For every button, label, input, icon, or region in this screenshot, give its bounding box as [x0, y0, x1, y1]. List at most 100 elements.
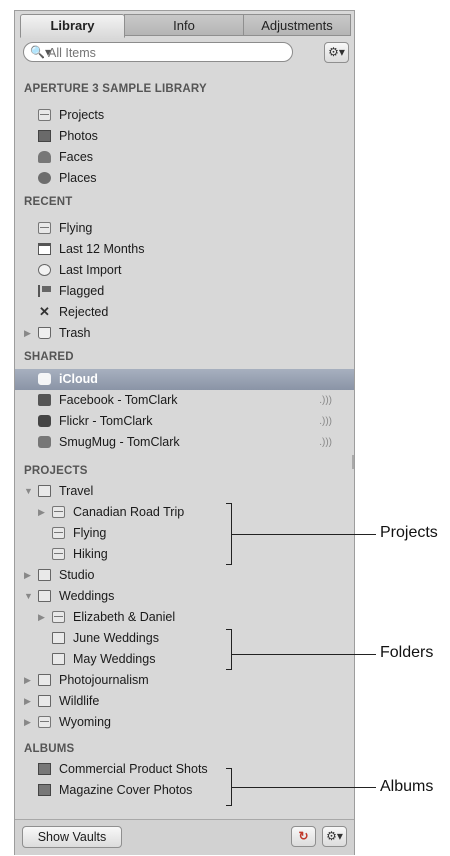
- sync-icon[interactable]: ↻: [291, 826, 316, 847]
- faces-icon: [38, 151, 51, 163]
- tab-library[interactable]: Library: [20, 14, 125, 38]
- disclosure-triangle-icon[interactable]: ▶: [24, 691, 31, 712]
- callout-projects: Projects: [380, 524, 438, 541]
- callout-albums: Albums: [380, 778, 434, 795]
- search-input[interactable]: [46, 44, 290, 62]
- disclosure-triangle-icon[interactable]: ▶: [24, 323, 31, 344]
- project-item-label: Elizabeth & Daniel: [73, 610, 176, 624]
- folder-studio[interactable]: ▶ Studio: [15, 565, 354, 586]
- library-item-faces[interactable]: Faces: [15, 147, 354, 168]
- project-wyoming[interactable]: ▶ Wyoming: [15, 712, 354, 733]
- album-magazine-cover-photos[interactable]: Magazine Cover Photos: [15, 780, 354, 801]
- folder-weddings[interactable]: ▼ Weddings: [15, 586, 354, 607]
- splitter-handle[interactable]: [352, 455, 354, 469]
- disclosure-triangle-icon[interactable]: ▶: [24, 565, 31, 586]
- globe-icon: [38, 172, 51, 184]
- folder-icon: [52, 653, 65, 665]
- folder-icon: [38, 590, 51, 602]
- albums-callout-line: [232, 787, 376, 788]
- project-item-label: Studio: [59, 568, 95, 582]
- library-item-label: Faces: [59, 150, 94, 164]
- recent-item-label: Flying: [59, 221, 93, 235]
- library-item-label: Projects: [59, 108, 105, 122]
- section-header-albums: ALBUMS: [24, 743, 75, 755]
- disclosure-triangle-icon[interactable]: ▶: [24, 670, 31, 691]
- library-item-label: Photos: [59, 129, 98, 143]
- bottom-toolbar: Show Vaults ↻ ⚙▾: [15, 819, 354, 855]
- disclosure-triangle-icon[interactable]: ▶: [38, 502, 45, 523]
- inspector-tabs: Library Info Adjustments: [20, 14, 351, 38]
- shared-item-label: Facebook - TomClark: [59, 393, 178, 407]
- smugmug-icon: [38, 436, 51, 448]
- library-inspector-panel: Library Info Adjustments 🔍▾ ⚙▾ APERTURE …: [14, 10, 355, 855]
- shared-item-icloud[interactable]: iCloud: [15, 369, 354, 390]
- recent-item-label: Flagged: [59, 284, 105, 298]
- disclosure-triangle-open-icon[interactable]: ▼: [24, 586, 33, 607]
- shared-item-label: Flickr - TomClark: [59, 414, 153, 428]
- shared-item-label: SmugMug - TomClark: [59, 435, 180, 449]
- disclosure-triangle-icon[interactable]: ▶: [38, 607, 45, 628]
- album-commercial-product-shots[interactable]: Commercial Product Shots: [15, 759, 354, 780]
- project-item-label: Wyoming: [59, 715, 111, 729]
- project-item-label: Travel: [59, 484, 94, 498]
- shared-item-facebook[interactable]: Facebook - TomClark.))): [15, 390, 354, 411]
- folder-may-weddings[interactable]: May Weddings: [15, 649, 354, 670]
- gear-menu-button[interactable]: ⚙▾: [324, 42, 349, 63]
- shared-item-flickr[interactable]: Flickr - TomClark.))): [15, 411, 354, 432]
- project-icon: [52, 548, 65, 560]
- library-item-projects[interactable]: Projects: [15, 105, 354, 126]
- recent-item-last-import[interactable]: Last Import: [15, 260, 354, 281]
- shared-item-smugmug[interactable]: SmugMug - TomClark.))): [15, 432, 354, 453]
- folders-bracket: [226, 629, 232, 670]
- project-icon: [38, 222, 51, 234]
- recent-item-last-12-months[interactable]: Last 12 Months: [15, 239, 354, 260]
- recent-item-rejected[interactable]: ✕ Rejected: [15, 302, 354, 323]
- project-elizabeth-daniel[interactable]: ▶ Elizabeth & Daniel: [15, 607, 354, 628]
- flickr-icon: [38, 415, 51, 427]
- project-icon: [52, 611, 65, 623]
- folder-photojournalism[interactable]: ▶ Photojournalism: [15, 670, 354, 691]
- folder-travel[interactable]: ▼ Travel: [15, 481, 354, 502]
- section-header-shared: SHARED: [24, 351, 74, 363]
- flag-icon: [38, 285, 51, 297]
- callout-folders: Folders: [380, 644, 434, 661]
- library-item-photos[interactable]: Photos: [15, 126, 354, 147]
- library-item-places[interactable]: Places: [15, 168, 354, 189]
- sync-status-icon: .))): [319, 395, 332, 406]
- folder-june-weddings[interactable]: June Weddings: [15, 628, 354, 649]
- section-header-projects: PROJECTS: [24, 465, 88, 477]
- recent-item-label: Last Import: [59, 263, 122, 277]
- project-hiking[interactable]: Hiking: [15, 544, 354, 565]
- project-canadian-road-trip[interactable]: ▶ Canadian Road Trip: [15, 502, 354, 523]
- folder-icon: [38, 674, 51, 686]
- section-header-library: APERTURE 3 SAMPLE LIBRARY: [24, 83, 207, 95]
- recent-item-flying[interactable]: Flying: [15, 218, 354, 239]
- gear-menu-button-bottom[interactable]: ⚙▾: [322, 826, 347, 847]
- shared-item-label: iCloud: [59, 372, 98, 386]
- folders-callout-line: [232, 654, 376, 655]
- icloud-icon: [38, 373, 51, 385]
- project-item-label: Hiking: [73, 547, 108, 561]
- tab-info[interactable]: Info: [124, 14, 244, 36]
- photos-icon: [38, 130, 51, 142]
- tab-adjustments[interactable]: Adjustments: [243, 14, 351, 36]
- project-icon: [52, 527, 65, 539]
- reject-x-icon: ✕: [39, 304, 50, 319]
- show-vaults-button[interactable]: Show Vaults: [22, 826, 122, 848]
- disclosure-triangle-open-icon[interactable]: ▼: [24, 481, 33, 502]
- sync-status-icon: .))): [319, 416, 332, 427]
- album-item-label: Commercial Product Shots: [59, 762, 208, 776]
- recent-item-trash[interactable]: ▶ Trash: [15, 323, 354, 344]
- project-item-label: Wildlife: [59, 694, 100, 708]
- album-item-label: Magazine Cover Photos: [59, 783, 193, 797]
- disclosure-triangle-icon[interactable]: ▶: [24, 712, 31, 733]
- folder-wildlife[interactable]: ▶ Wildlife: [15, 691, 354, 712]
- section-header-recent: RECENT: [24, 196, 73, 208]
- trash-icon: [38, 327, 51, 339]
- search-field-container[interactable]: 🔍▾: [23, 42, 293, 62]
- recent-item-flagged[interactable]: Flagged: [15, 281, 354, 302]
- project-item-label: Photojournalism: [59, 673, 149, 687]
- calendar-icon: [38, 243, 51, 255]
- folder-icon: [38, 695, 51, 707]
- sync-status-icon: .))): [319, 437, 332, 448]
